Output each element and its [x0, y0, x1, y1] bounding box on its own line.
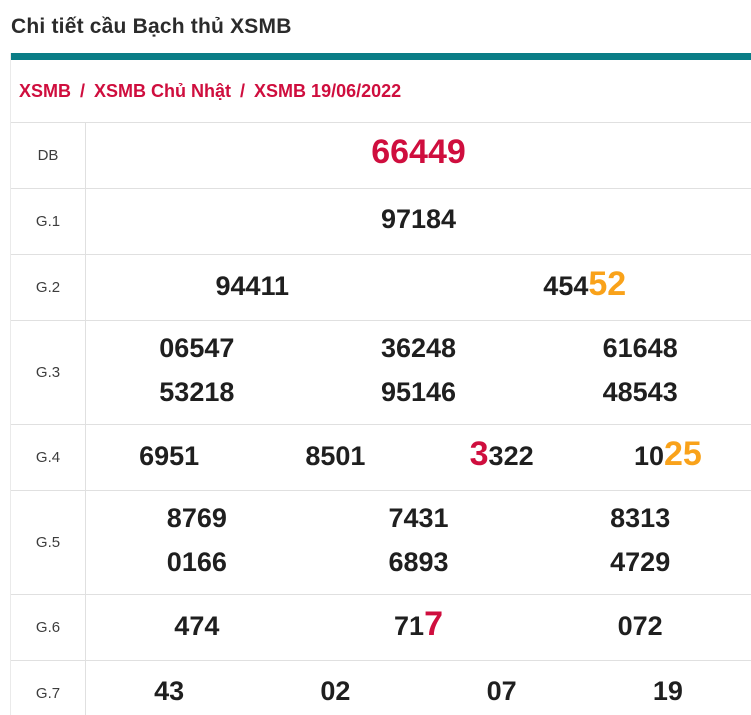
prize-numbers: 8769 7431 8313 0166 6893 4729 [86, 491, 751, 594]
number-segment: 95146 [380, 377, 457, 407]
prize-number: 61648 [529, 329, 751, 372]
table-row: G.1 97184 [11, 189, 751, 255]
prize-label: G.1 [11, 189, 86, 254]
number-segment: 53218 [159, 377, 235, 407]
prize-number: 474 [86, 607, 308, 650]
prize-numbers: 94411 45452 [86, 255, 751, 320]
prize-number: 1025 [585, 435, 751, 480]
prize-number: 8313 [529, 499, 751, 542]
number-segment: 072 [617, 611, 663, 641]
number-segment: 97184 [380, 204, 457, 234]
prize-numbers: 06547 36248 61648 53218 95146 48543 [86, 321, 751, 424]
number-segment: 8769 [166, 503, 227, 533]
prize-number: 36248 [308, 329, 530, 372]
number-segment: 0166 [166, 547, 227, 577]
prize-numbers: 474 717 072 [86, 595, 751, 660]
table-row: G.7 43 02 07 19 [11, 661, 751, 715]
number-segment: 36248 [380, 333, 457, 363]
prize-number: 4729 [529, 543, 751, 586]
prize-numbers: 43 02 07 19 [86, 661, 751, 715]
prize-number: 45452 [419, 265, 751, 310]
prize-label: G.2 [11, 255, 86, 320]
breadcrumb-link[interactable]: XSMB Chủ Nhật [94, 81, 231, 102]
prize-number: 0166 [86, 543, 308, 586]
prize-number: 06547 [86, 329, 308, 372]
number-segment: 10 [633, 441, 664, 471]
prize-number: 07 [419, 672, 585, 715]
number-segment: 8313 [610, 503, 671, 533]
number-segment: 71 [394, 611, 425, 641]
prize-number: 95146 [308, 373, 530, 416]
number-segment: 19 [652, 676, 683, 706]
number-segment: 61648 [602, 333, 678, 363]
number-segment: 07 [486, 676, 517, 706]
prize-number: 19 [585, 672, 751, 715]
number-segment: 322 [488, 441, 534, 471]
prize-label: DB [11, 123, 86, 188]
number-segment: 454 [543, 271, 589, 301]
highlighted-digit: 25 [663, 435, 702, 473]
table-row: G.4 6951 8501 3322 1025 [11, 425, 751, 491]
breadcrumb-link[interactable]: XSMB [19, 81, 71, 102]
table-row: G.6 474 717 072 [11, 595, 751, 661]
breadcrumb: XSMB / XSMB Chủ Nhật / XSMB 19/06/2022 [11, 60, 751, 122]
page-header: Chi tiết cầu Bạch thủ XSMB [0, 0, 751, 53]
prize-label: G.6 [11, 595, 86, 660]
breadcrumb-separator: / [80, 80, 86, 101]
prize-number: 02 [252, 672, 418, 715]
highlighted-digit: 3 [469, 435, 489, 473]
prize-number: 97184 [86, 200, 751, 243]
prize-number: 072 [529, 607, 751, 650]
number-segment: 43 [154, 676, 185, 706]
accent-bar [11, 53, 751, 60]
table-row: G.2 94411 45452 [11, 255, 751, 321]
breadcrumb-separator: / [240, 80, 246, 101]
prize-label: G.5 [11, 491, 86, 594]
number-segment: 8501 [305, 441, 366, 471]
table-row: G.3 06547 36248 61648 53218 95146 48543 [11, 321, 751, 425]
highlighted-digit: 66449 [371, 133, 466, 171]
prize-label: G.4 [11, 425, 86, 490]
prize-number: 3322 [419, 435, 585, 480]
prize-number: 6893 [308, 543, 530, 586]
number-segment: 474 [174, 611, 220, 641]
highlighted-digit: 52 [588, 265, 627, 303]
prize-number: 7431 [308, 499, 530, 542]
prize-label: G.3 [11, 321, 86, 424]
prize-number: 717 [308, 605, 530, 650]
table-row: G.5 8769 7431 8313 0166 6893 4729 [11, 491, 751, 595]
prize-number: 8501 [252, 437, 418, 480]
prize-numbers: 97184 [86, 189, 751, 254]
results-table: DB 66449 G.1 97184 G.2 94411 45452 G.3 06547 3624… [11, 122, 751, 715]
number-segment: 06547 [159, 333, 235, 363]
number-segment: 94411 [215, 271, 290, 301]
highlighted-digit: 7 [424, 605, 443, 643]
number-segment: 4729 [610, 547, 671, 577]
prize-number: 53218 [86, 373, 308, 416]
number-segment: 7431 [388, 503, 449, 533]
table-row: DB 66449 [11, 123, 751, 189]
number-segment: 02 [320, 676, 351, 706]
prize-number: 8769 [86, 499, 308, 542]
prize-number: 94411 [86, 267, 419, 310]
number-segment: 48543 [602, 377, 678, 407]
prize-number: 48543 [529, 373, 751, 416]
number-segment: 6951 [139, 441, 200, 471]
prize-label: G.7 [11, 661, 86, 715]
prize-numbers: 6951 8501 3322 1025 [86, 425, 751, 490]
prize-number: 6951 [86, 437, 252, 480]
prize-number: 66449 [86, 133, 751, 178]
breadcrumb-link[interactable]: XSMB 19/06/2022 [254, 81, 401, 102]
prize-numbers: 66449 [86, 123, 751, 188]
content-panel: XSMB / XSMB Chủ Nhật / XSMB 19/06/2022 DB 664… [10, 53, 751, 715]
number-segment: 6893 [388, 547, 449, 577]
prize-number: 43 [86, 672, 252, 715]
page-title: Chi tiết cầu Bạch thủ XSMB [11, 14, 292, 38]
